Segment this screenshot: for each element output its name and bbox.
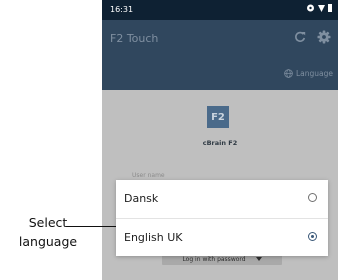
callout-label: Select language	[0, 213, 96, 251]
globe-icon	[284, 69, 293, 78]
login-method-label: Log in with password	[182, 255, 246, 263]
signal-icon	[318, 4, 325, 12]
dropdown-arrow-icon	[255, 257, 262, 261]
language-link[interactable]: Language	[284, 69, 333, 78]
status-icons	[306, 4, 332, 12]
radio-button[interactable]	[308, 193, 317, 202]
callout-line-1: Select	[28, 215, 68, 230]
battery-icon	[328, 4, 332, 12]
language-dialog: Dansk English UK	[116, 180, 328, 256]
status-time: 16:31	[110, 5, 134, 14]
settings-icon[interactable]	[317, 30, 331, 44]
language-option-label: Dansk	[124, 192, 159, 205]
app-title: F2 Touch	[110, 32, 159, 45]
refresh-icon[interactable]	[294, 31, 306, 43]
language-option-label: English UK	[124, 231, 183, 244]
app-bar: F2 Touch Language	[102, 20, 338, 90]
language-option-dansk[interactable]: Dansk	[116, 180, 328, 218]
status-bar: 16:31	[102, 0, 338, 20]
language-option-english-uk[interactable]: English UK	[116, 218, 328, 256]
brand-name: cBrain F2	[202, 139, 238, 147]
language-link-label: Language	[296, 69, 334, 78]
callout-line-2: language	[18, 234, 78, 249]
callout-pointer	[66, 226, 116, 227]
app-logo: F2	[207, 106, 229, 128]
wifi-icon	[307, 4, 314, 12]
radio-button-selected[interactable]	[308, 232, 317, 241]
